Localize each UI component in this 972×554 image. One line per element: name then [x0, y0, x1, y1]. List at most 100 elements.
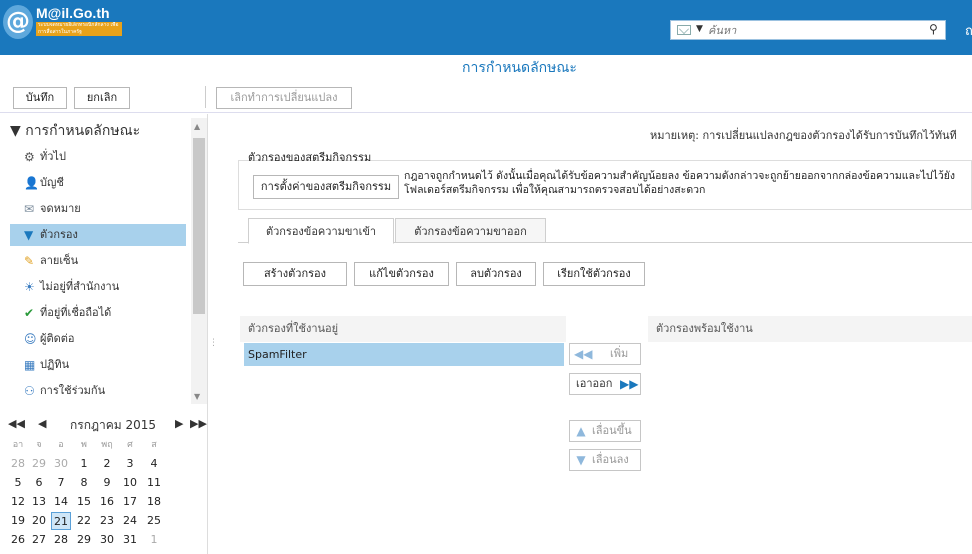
scrollbar-thumb[interactable]: [193, 138, 205, 314]
sidebar-item-label: ตัวกรอง: [40, 228, 78, 241]
calendar-day[interactable]: 31: [120, 531, 140, 549]
add-filter-button[interactable]: ◀◀ เพิ่ม: [569, 343, 641, 365]
sidebar-scrollbar[interactable]: ▲ ▼: [191, 118, 207, 404]
calendar-day[interactable]: 24: [120, 512, 140, 530]
cancel-button[interactable]: ยกเลิก: [74, 87, 130, 109]
calendar-day[interactable]: 9: [97, 474, 117, 492]
sidebar-item-label: ทั่วไป: [40, 150, 66, 163]
sidebar-item[interactable]: ▦ ปฏิทิน: [10, 354, 186, 376]
scroll-up-icon[interactable]: ▲: [194, 122, 200, 131]
calendar-day[interactable]: 10: [120, 474, 140, 492]
calendar-day[interactable]: 28: [8, 455, 28, 473]
run-filter-button[interactable]: เรียกใช้ตัวกรอง: [543, 262, 645, 286]
calendar-day[interactable]: 5: [8, 474, 28, 492]
delete-filter-button[interactable]: ลบตัวกรอง: [456, 262, 536, 286]
calendar-day[interactable]: 29: [74, 531, 94, 549]
calendar-day[interactable]: 29: [29, 455, 49, 473]
prev-month-icon[interactable]: ◀: [38, 417, 46, 430]
calendar-month-title: กรกฎาคม 2015: [70, 418, 157, 432]
calendar-day[interactable]: 19: [8, 512, 28, 530]
calendar-day[interactable]: 17: [120, 493, 140, 511]
tab-calendar[interactable]: ปฏิทิน: [203, 58, 240, 80]
calendar-weekday: จ: [36, 440, 42, 450]
chevron-down-icon[interactable]: ▼: [696, 24, 703, 34]
remove-filter-button[interactable]: เอาออก ▶▶: [569, 373, 641, 395]
sidebar-item-label: บัญชี: [40, 176, 64, 189]
sidebar-item[interactable]: ⚙ ทั่วไป: [10, 146, 186, 168]
scroll-down-icon[interactable]: ▼: [194, 392, 200, 401]
calendar-day[interactable]: 6: [29, 474, 49, 492]
header-edge-text: ถ: [965, 24, 972, 39]
prev-year-icon[interactable]: ◀◀: [8, 417, 25, 430]
pane-splitter[interactable]: ⋮: [209, 338, 218, 348]
calendar-day[interactable]: 4: [144, 455, 164, 473]
tab-outgoing-filters[interactable]: ตัวกรองข้อความขาออก: [395, 218, 546, 243]
calendar-day[interactable]: 15: [74, 493, 94, 511]
calendar-day[interactable]: 2: [97, 455, 117, 473]
sidebar-item[interactable]: 👤 บัญชี: [10, 172, 186, 194]
calendar-day[interactable]: 12: [8, 493, 28, 511]
account-icon: 👤: [24, 176, 39, 190]
tab-contacts[interactable]: ผู้ติดต่อ: [117, 58, 161, 80]
trusted-shield-icon: ✔: [24, 306, 35, 320]
calendar-day[interactable]: 22: [74, 512, 94, 530]
calendar-day[interactable]: 26: [8, 531, 28, 549]
sidebar-item-label: ผู้ติดต่อ: [40, 332, 75, 345]
search-box: ▼ ⚲: [670, 20, 946, 40]
tab-incoming-filters[interactable]: ตัวกรองข้อความขาเข้า: [248, 218, 394, 244]
sidebar-item[interactable]: ✉ จดหมาย: [10, 198, 186, 220]
sidebar-item[interactable]: ▼ ตัวกรอง: [10, 224, 186, 246]
calendar-day[interactable]: 8: [74, 474, 94, 492]
calendar-weekday: อ: [58, 440, 64, 450]
calendar-day[interactable]: 14: [51, 493, 71, 511]
activity-stream-title: ตัวกรองของสตรีมกิจกรรม: [248, 151, 372, 164]
sidebar-item[interactable]: ⚇ การใช้ร่วมกัน: [10, 380, 186, 402]
sidebar-item-label: การใช้ร่วมกัน: [40, 384, 106, 397]
sidebar-item[interactable]: ✔ ที่อยู่ที่เชื่อถือได้: [10, 302, 186, 324]
search-icon[interactable]: ⚲: [929, 22, 938, 36]
filter-icon: ▼: [24, 228, 34, 242]
calendar-day[interactable]: 30: [51, 455, 71, 473]
filter-note: หมายเหตุ: การเปลี่ยนแปลงกฎของตัวกรองได้ร…: [650, 129, 957, 142]
calendar-day[interactable]: 3: [120, 455, 140, 473]
move-down-button[interactable]: ▼ เลื่อนลง: [569, 449, 641, 471]
save-button[interactable]: บันทึก: [13, 87, 67, 109]
calendar-day[interactable]: 1: [144, 531, 164, 549]
sidebar-item[interactable]: ☀ ไม่อยู่ที่สำนักงาน: [10, 276, 186, 298]
move-up-button[interactable]: ▲ เลื่อนขึ้น: [569, 420, 641, 442]
filter-row-spamfilter[interactable]: SpamFilter: [244, 343, 564, 366]
calendar-day[interactable]: 20: [29, 512, 49, 530]
calendar-day[interactable]: 27: [29, 531, 49, 549]
calendar-day[interactable]: 7: [51, 474, 71, 492]
sharing-icon: ⚇: [24, 384, 35, 398]
undo-changes-button[interactable]: เลิกทำการเปลี่ยนแปลง: [216, 87, 352, 109]
sidebar-item[interactable]: ☺ ผู้ติดต่อ: [10, 328, 186, 350]
add-label: เพิ่ม: [610, 347, 629, 360]
calendar-day[interactable]: 18: [144, 493, 164, 511]
calendar-day[interactable]: 23: [97, 512, 117, 530]
calendar-day[interactable]: 11: [144, 474, 164, 492]
tab-tasks[interactable]: งาน: [273, 58, 297, 80]
calendar-day[interactable]: 30: [97, 531, 117, 549]
tab-preferences[interactable]: การกำหนดลักษณะ: [450, 55, 589, 81]
calendar-day[interactable]: 28: [51, 531, 71, 549]
calendar-day[interactable]: 21: [51, 512, 71, 530]
tab-briefcase[interactable]: กระเป๋าเอกสาร: [333, 58, 424, 80]
calendar-day[interactable]: 13: [29, 493, 49, 511]
next-month-icon[interactable]: ▶: [175, 417, 183, 430]
tab-mail[interactable]: จดหมาย: [30, 58, 82, 80]
sidebar-title[interactable]: ▼ การกำหนดลักษณะ: [10, 120, 140, 142]
sidebar-item[interactable]: ✎ ลายเซ็น: [10, 250, 186, 272]
calendar-day[interactable]: 1: [74, 455, 94, 473]
move-up-label: เลื่อนขึ้น: [592, 424, 632, 437]
search-input[interactable]: [708, 22, 908, 38]
activity-stream-settings-button[interactable]: การตั้งค่าของสตรีมกิจกรรม: [253, 175, 399, 199]
signature-icon: ✎: [24, 254, 35, 268]
next-year-icon[interactable]: ▶▶: [190, 417, 207, 430]
calendar-day[interactable]: 25: [144, 512, 164, 530]
calendar-day[interactable]: 16: [97, 493, 117, 511]
app-logo-text: M@il.Go.th: [36, 5, 110, 21]
create-filter-button[interactable]: สร้างตัวกรอง: [243, 262, 347, 286]
edit-filter-button[interactable]: แก้ไขตัวกรอง: [354, 262, 449, 286]
mail-scope-icon[interactable]: [677, 25, 691, 35]
